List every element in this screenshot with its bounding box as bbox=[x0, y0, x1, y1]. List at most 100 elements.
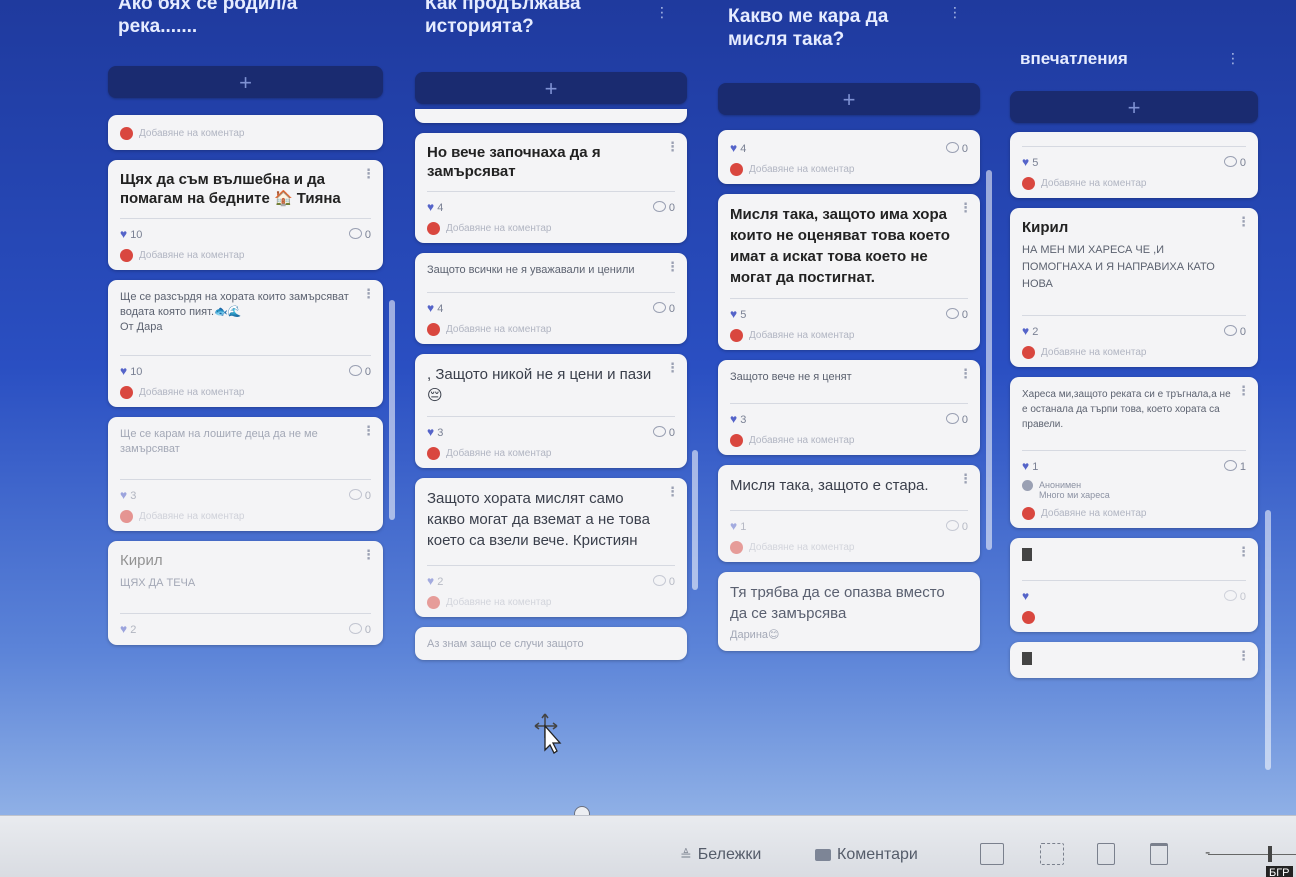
comment-count-button[interactable]: 0 bbox=[652, 574, 675, 588]
like-button[interactable]: ♥ 2 bbox=[120, 622, 136, 636]
more-options-icon[interactable]: ⋮ bbox=[959, 471, 972, 487]
add-comment-input[interactable]: Добавяне на коментар bbox=[749, 435, 854, 446]
add-comment-row[interactable]: Добавяне на коментар bbox=[1022, 346, 1246, 359]
add-comment-input[interactable]: Добавяне на коментар bbox=[139, 128, 244, 139]
add-comment-row[interactable]: Добавяне на коментар bbox=[427, 323, 675, 336]
comment-count-button[interactable]: 0 bbox=[1223, 155, 1246, 169]
column-options-icon[interactable]: ⋮ bbox=[948, 4, 962, 21]
comment-count-button[interactable]: 0 bbox=[945, 307, 968, 321]
more-options-icon[interactable]: ⋮ bbox=[362, 166, 375, 182]
add-comment-input[interactable]: Добавяне на коментар bbox=[1041, 347, 1146, 358]
reading-view-icon[interactable] bbox=[1097, 843, 1115, 865]
add-comment-input[interactable]: Добавяне на коментар bbox=[446, 448, 551, 459]
add-comment-row[interactable]: Добавяне на коментар bbox=[730, 541, 968, 554]
comment-count-button[interactable]: 0 bbox=[652, 200, 675, 214]
comment-count-button[interactable]: 0 bbox=[652, 425, 675, 439]
add-comment-row[interactable] bbox=[1022, 611, 1246, 624]
like-button[interactable]: ♥ bbox=[1022, 589, 1029, 603]
comment-count-button[interactable]: 0 bbox=[1223, 324, 1246, 338]
post-card[interactable]: ⋮ , Защото никой не я цени и пази 😔 ♥ 3 … bbox=[415, 354, 687, 468]
zoom-slider[interactable] bbox=[1208, 854, 1296, 855]
slideshow-icon[interactable] bbox=[1150, 843, 1168, 865]
more-options-icon[interactable]: ⋮ bbox=[666, 139, 679, 155]
more-options-icon[interactable]: ⋮ bbox=[666, 259, 679, 275]
post-card[interactable]: ⋮ Щях да съм вълшебна и да помагам на бе… bbox=[108, 160, 383, 270]
comment-count-button[interactable]: 0 bbox=[652, 301, 675, 315]
post-card[interactable]: Тя трябва да се опазва вместо да се замъ… bbox=[718, 572, 980, 651]
comment-count-button[interactable]: 0 bbox=[945, 141, 968, 155]
post-card[interactable]: ⋮ Защото вече не я ценят ♥ 3 0 Добавяне … bbox=[718, 360, 980, 455]
more-options-icon[interactable]: ⋮ bbox=[666, 360, 679, 376]
add-comment-input[interactable]: Добавяне на коментар bbox=[1041, 178, 1146, 189]
add-comment-input[interactable]: Добавяне на коментар bbox=[139, 387, 244, 398]
column-scrollbar[interactable] bbox=[986, 170, 992, 550]
like-button[interactable]: ♥ 4 bbox=[427, 301, 443, 315]
add-comment-input[interactable]: Добавяне на коментар bbox=[749, 542, 854, 553]
post-card[interactable]: ⋮ Защото всички не я уважавали и ценили … bbox=[415, 253, 687, 344]
more-options-icon[interactable]: ⋮ bbox=[666, 484, 679, 500]
column-options-icon[interactable]: ⋮ bbox=[1226, 50, 1240, 67]
add-post-button[interactable]: + bbox=[1010, 91, 1258, 123]
add-comment-input[interactable]: Добавяне на коментар bbox=[139, 511, 244, 522]
comment-count-button[interactable]: 0 bbox=[945, 412, 968, 426]
like-button[interactable]: ♥ 1 bbox=[1022, 459, 1038, 473]
post-card[interactable]: ⋮ Мисля така, защото е стара. ♥ 1 0 Доба… bbox=[718, 465, 980, 562]
like-button[interactable]: ♥ 1 bbox=[730, 519, 746, 533]
like-button[interactable]: ♥ 2 bbox=[427, 574, 443, 588]
more-options-icon[interactable]: ⋮ bbox=[959, 200, 972, 216]
add-comment-row[interactable]: Добавяне на коментар bbox=[427, 222, 675, 235]
more-options-icon[interactable]: ⋮ bbox=[362, 547, 375, 563]
add-comment-input[interactable]: Добавяне на коментар bbox=[749, 330, 854, 341]
post-card[interactable]: ⋮ Защото хората мислят само какво могат … bbox=[415, 478, 687, 617]
post-card-stub[interactable] bbox=[415, 109, 687, 123]
more-options-icon[interactable]: ⋮ bbox=[362, 423, 375, 439]
slide-sorter-icon[interactable] bbox=[1040, 843, 1064, 865]
post-card[interactable]: Аз знам защо се случи защото bbox=[415, 627, 687, 660]
post-card[interactable]: ⋮ Кирил ЩЯХ ДА ТЕЧА ♥ 2 0 bbox=[108, 541, 383, 645]
post-card[interactable]: ⋮ Хареса ми,защото реката си е тръгнала,… bbox=[1010, 377, 1258, 528]
add-comment-row[interactable]: Добавяне на коментар bbox=[1022, 177, 1246, 190]
more-options-icon[interactable]: ⋮ bbox=[1237, 383, 1250, 399]
post-card[interactable]: ⋮ ♥ 0 bbox=[1010, 538, 1258, 632]
post-card[interactable]: ⋮ Но вече започнаха да я замърсяват ♥ 4 … bbox=[415, 133, 687, 243]
column-scrollbar[interactable] bbox=[1265, 510, 1271, 770]
add-comment-input[interactable]: Добавяне на коментар bbox=[446, 324, 551, 335]
add-comment-row[interactable]: Добавяне на коментар bbox=[427, 447, 675, 460]
post-card[interactable]: Добавяне на коментар bbox=[108, 115, 383, 150]
add-comment-row[interactable]: Добавяне на коментар bbox=[120, 386, 371, 399]
like-button[interactable]: ♥ 2 bbox=[1022, 324, 1038, 338]
like-button[interactable]: ♥ 10 bbox=[120, 227, 142, 241]
normal-view-icon[interactable] bbox=[980, 843, 1004, 865]
add-post-button[interactable]: + bbox=[415, 72, 687, 104]
post-card[interactable]: ⋮ Ще се карам на лошите деца да не ме за… bbox=[108, 417, 383, 531]
zoom-slider-thumb[interactable] bbox=[1268, 846, 1272, 862]
add-comment-row[interactable]: Добавяне на коментар bbox=[120, 249, 371, 262]
more-options-icon[interactable]: ⋮ bbox=[1237, 648, 1250, 664]
add-comment-row[interactable]: Добавяне на коментар bbox=[730, 163, 968, 176]
add-post-button[interactable]: + bbox=[108, 66, 383, 98]
more-options-icon[interactable]: ⋮ bbox=[959, 366, 972, 382]
post-card[interactable]: ⋮ Кирил НА МЕН МИ ХАРЕСА ЧЕ ,И ПОМОГНАХА… bbox=[1010, 208, 1258, 367]
like-button[interactable]: ♥ 3 bbox=[730, 412, 746, 426]
zoom-out-icon[interactable]: - bbox=[1205, 844, 1210, 862]
comment-count-button[interactable]: 0 bbox=[1223, 589, 1246, 603]
comment-count-button[interactable]: 0 bbox=[348, 364, 371, 378]
add-comment-row[interactable]: Добавяне на коментар bbox=[427, 596, 675, 609]
post-card[interactable]: ♥ 5 0 Добавяне на коментар bbox=[1010, 132, 1258, 198]
post-card[interactable]: ⋮ Ще се разсърдя на хората които замърся… bbox=[108, 280, 383, 407]
add-comment-input[interactable]: Добавяне на коментар bbox=[139, 250, 244, 261]
like-button[interactable]: ♥ 10 bbox=[120, 364, 142, 378]
more-options-icon[interactable]: ⋮ bbox=[1237, 544, 1250, 560]
language-indicator[interactable]: БГР bbox=[1266, 866, 1293, 877]
column-scrollbar[interactable] bbox=[692, 450, 698, 590]
comment-count-button[interactable]: 0 bbox=[348, 227, 371, 241]
add-comment-input[interactable]: Добавяне на коментар bbox=[446, 223, 551, 234]
like-button[interactable]: ♥ 4 bbox=[730, 141, 746, 155]
more-options-icon[interactable]: ⋮ bbox=[1237, 214, 1250, 230]
comment-count-button[interactable]: 1 bbox=[1223, 459, 1246, 473]
add-comment-input[interactable]: Добавяне на коментар bbox=[1041, 508, 1146, 519]
like-button[interactable]: ♥ 5 bbox=[1022, 155, 1038, 169]
column-scrollbar[interactable] bbox=[389, 300, 395, 520]
add-comment-row[interactable]: Добавяне на коментар bbox=[1022, 507, 1246, 520]
notes-button[interactable]: ≜ Бележки bbox=[680, 846, 761, 864]
